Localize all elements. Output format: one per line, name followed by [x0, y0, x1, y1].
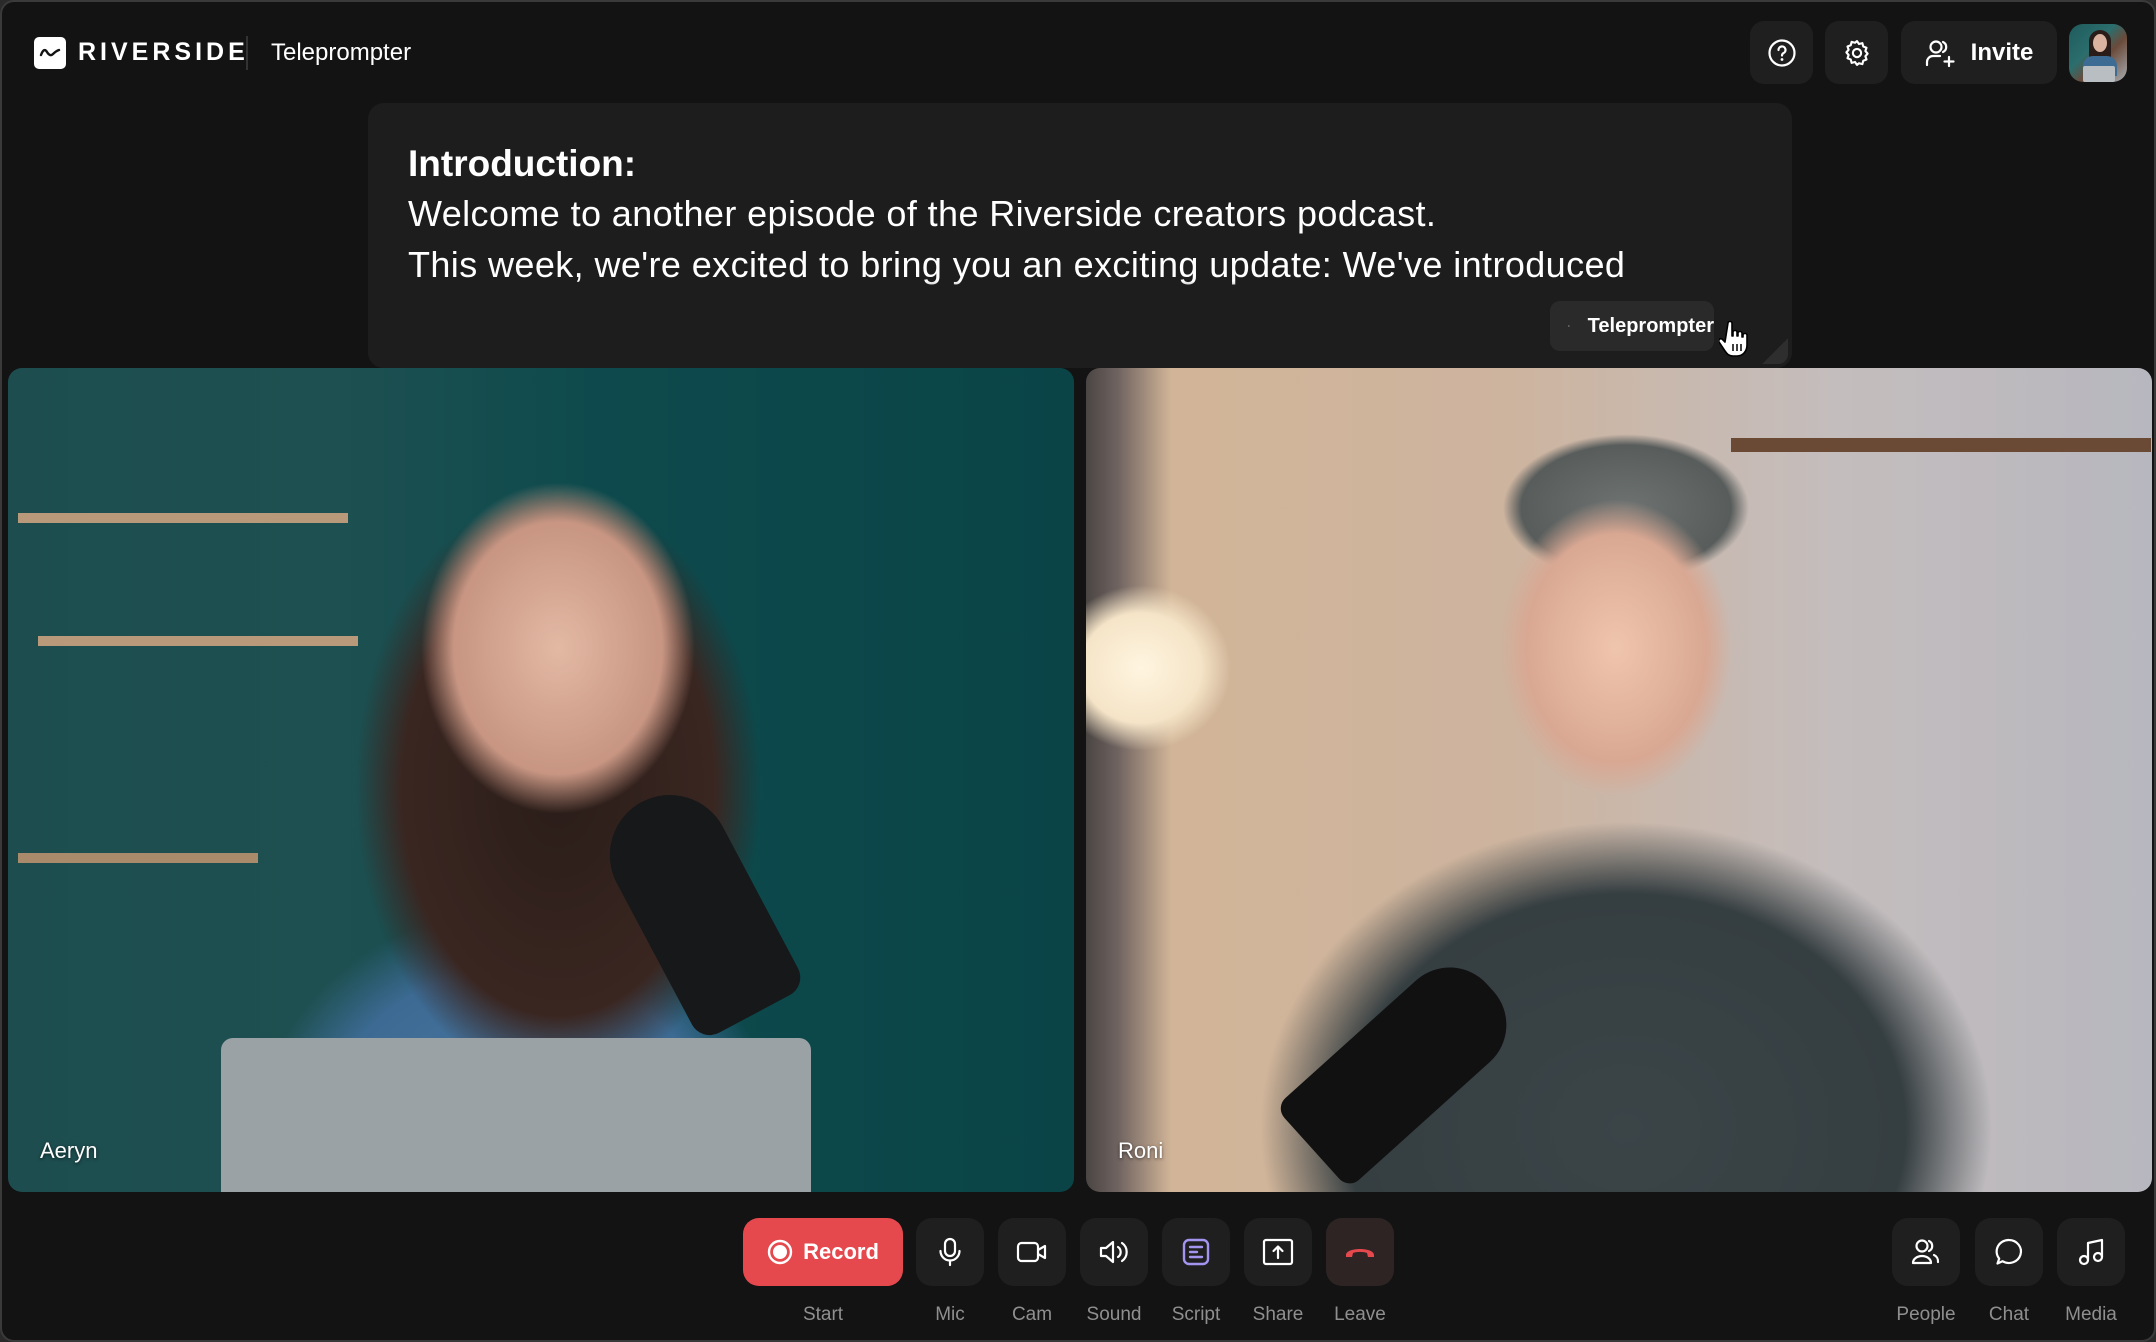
microphone-prop [1275, 946, 1527, 1190]
share-screen-icon [1262, 1238, 1294, 1266]
script-line: Welcome to another episode of the Rivers… [408, 193, 1437, 234]
participant-name: Aeryn [40, 1138, 98, 1163]
music-note-icon [2078, 1238, 2104, 1266]
share-button[interactable]: Share [1244, 1218, 1312, 1326]
participant-name: Roni [1118, 1138, 1164, 1163]
script-icon [1182, 1238, 1210, 1266]
video-tile-aeryn[interactable]: Aeryn [8, 368, 1074, 1192]
header-divider [246, 36, 248, 70]
teleprompter-button-label: Teleprompter [1587, 314, 1714, 337]
sound-button[interactable]: Sound [1080, 1218, 1148, 1326]
page-title: Teleprompter [271, 39, 412, 66]
teleprompter-button[interactable]: Teleprompter [1550, 301, 1714, 351]
help-button[interactable] [1750, 21, 1813, 84]
video-tile-roni[interactable]: Roni [1086, 368, 2152, 1192]
gear-icon [1844, 39, 1869, 66]
camera-icon [1016, 1241, 1047, 1263]
play-square-icon [1568, 325, 1570, 327]
brand-name: RIVERSIDE [78, 38, 249, 66]
microphone-icon [939, 1237, 961, 1267]
chat-bubble-icon [1995, 1238, 2023, 1265]
record-button-text: Record [803, 1239, 879, 1264]
script-line: This week, we're excited to bring you an… [408, 244, 1626, 285]
hang-up-icon [1346, 1249, 1374, 1257]
cam-label: Cam [1011, 1304, 1053, 1325]
user-avatar[interactable] [2069, 24, 2127, 82]
mic-button[interactable]: Mic [916, 1218, 984, 1326]
chat-label: Chat [1988, 1304, 2030, 1325]
bottom-toolbar: Record Start Mic Cam Sound Script Share … [2, 1192, 2154, 1340]
media-label: Media [2065, 1304, 2117, 1325]
invite-label: Invite [1970, 38, 2034, 66]
record-button[interactable]: Record Start [743, 1218, 903, 1326]
background-shelf [18, 513, 348, 523]
leave-label: Leave [1334, 1304, 1386, 1325]
share-label: Share [1252, 1304, 1304, 1325]
sound-label: Sound [1086, 1304, 1142, 1325]
background-shelf [38, 636, 358, 646]
chat-button[interactable]: Chat [1975, 1218, 2043, 1326]
teleprompter-panel[interactable]: Introduction: Welcome to another episode… [368, 103, 1792, 368]
script-label: Script [1171, 1304, 1221, 1325]
people-icon [1911, 1239, 1940, 1265]
speaker-icon [1099, 1240, 1128, 1264]
people-label: People [1896, 1304, 1956, 1325]
header: RIVERSIDE Teleprompter Invite [2, 2, 2154, 102]
leave-button[interactable]: Leave [1326, 1218, 1394, 1326]
laptop-prop [221, 1038, 811, 1192]
hand-pointer-cursor-icon [1719, 320, 1748, 357]
invite-button[interactable]: Invite [1901, 21, 2057, 84]
script-button[interactable]: Script [1162, 1218, 1230, 1326]
background-shelf [18, 853, 258, 863]
record-icon [767, 1239, 793, 1265]
settings-button[interactable] [1825, 21, 1888, 84]
cam-button[interactable]: Cam [998, 1218, 1066, 1326]
record-label: Start [802, 1304, 844, 1325]
people-button[interactable]: People [1892, 1218, 1960, 1326]
script-heading: Introduction: [408, 143, 637, 184]
mic-label: Mic [935, 1304, 965, 1325]
background-shelf [1731, 438, 2151, 452]
microphone-prop [588, 773, 808, 1043]
app-window: RIVERSIDE Teleprompter Invite Introducti… [0, 0, 2156, 1342]
riverside-logo-icon [34, 37, 66, 69]
help-circle-icon [1767, 38, 1796, 67]
resize-handle[interactable] [1762, 338, 1788, 364]
media-button[interactable]: Media [2057, 1218, 2125, 1326]
user-plus-icon [1925, 39, 1955, 67]
